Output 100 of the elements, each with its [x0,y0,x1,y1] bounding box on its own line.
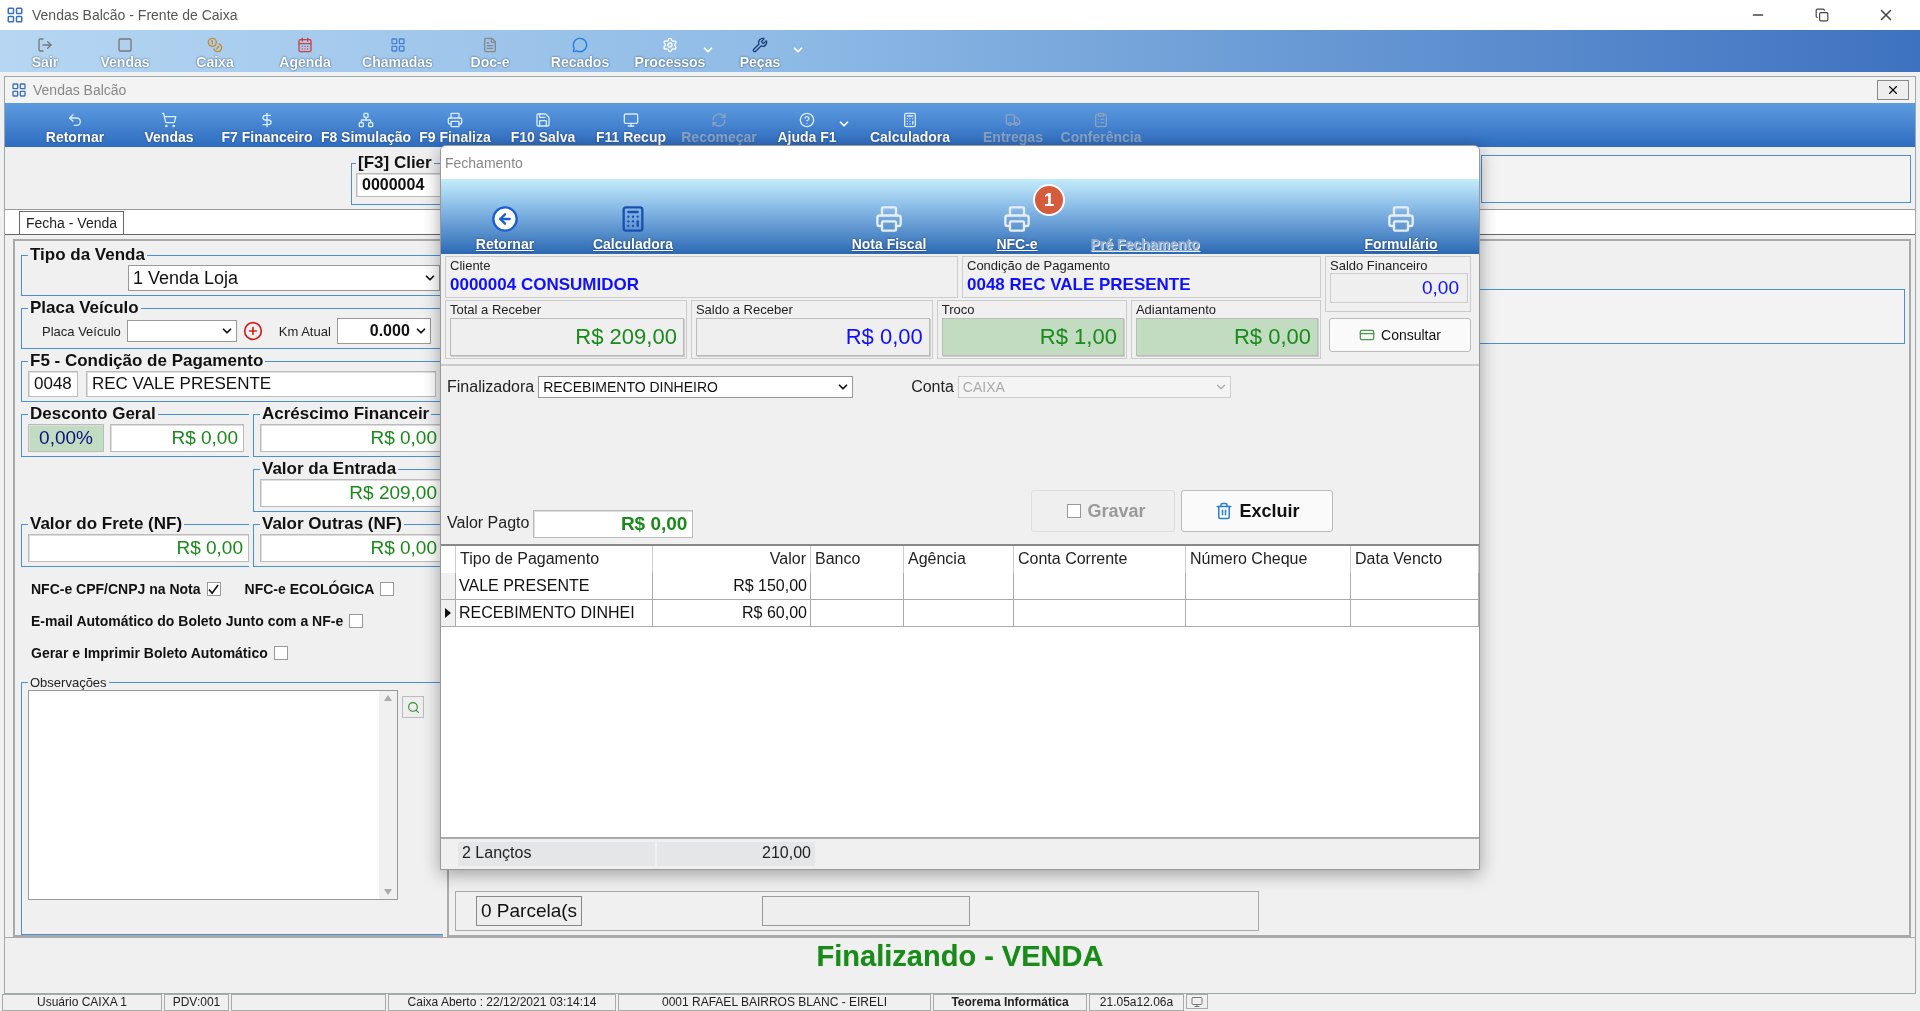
scroll-up-icon[interactable] [384,695,392,701]
checkbox[interactable] [206,582,221,596]
amount-field[interactable]: R$ 0,00 [533,510,694,538]
checkbox-label: E-mail Automático do Boleto Junto com a NF-e [31,613,344,629]
status-text: PDV:001 [164,994,229,1011]
field-label: Condição de Pagamento [967,258,1112,273]
column-header[interactable]: Número Cheque [1186,546,1351,573]
status-text: Usuário CAIXA 1 [2,994,162,1011]
field-label: Adiantamento [1135,302,1218,317]
close-icon [1886,83,1900,97]
consult-button[interactable]: Consultar [1329,318,1471,352]
dialog-title: Fechamento [445,154,523,171]
installments-label: 0 Parcela(s [476,896,583,926]
toolbar-button[interactable]: F7 Financeiro [213,112,321,145]
delete-button[interactable]: Excluir [1181,490,1334,532]
tab[interactable]: Fecha - Venda [19,211,125,234]
table-cell: R$ 60,00 [653,600,811,627]
client-code-field[interactable]: 0000004 [356,173,441,197]
calculator-icon [902,112,918,128]
toolbar-button[interactable]: F10 Salva [499,112,587,145]
window-title: Vendas Balcão [33,82,128,98]
column-header[interactable]: Conta Corrente [1014,546,1186,573]
checkbox-label: NFC-e CPF/CNPJ na Nota [31,581,201,597]
toolbar-button[interactable]: Calculadora [851,112,969,145]
checkbox[interactable] [349,614,364,628]
amount-field[interactable]: R$ 0,00 [28,534,249,562]
km-dropdown[interactable]: 0.000 [336,318,431,344]
app-icon [6,6,24,24]
toolbar-button[interactable]: Ajuda F1 [763,112,851,145]
field-label: Saldo a Receber [695,302,794,317]
exit-icon [37,37,53,53]
toolbar-button[interactable]: Retornar [441,205,569,254]
toolbar-button[interactable]: Vendas [125,112,213,145]
notes-field[interactable] [28,690,398,900]
column-header[interactable]: Banco [811,546,904,573]
column-header[interactable]: Tipo de Pagamento [456,546,653,573]
group-title: [F3] Clier [357,153,433,173]
group-title: Placa Veículo [29,298,140,318]
save-icon [535,112,551,128]
close-button[interactable] [1877,80,1909,100]
table-cell: RECEBIMENTO DINHEI [456,600,653,627]
group-title: Acréscimo Financeir [261,404,431,424]
checkbox-label: NFC-e ECOLÓGICA [244,581,375,597]
sale-type-dropdown[interactable]: 1 Venda Loja [128,265,440,291]
toolbar-button[interactable]: F11 Recup [587,112,675,145]
code-field[interactable]: 0048 [28,371,78,397]
amount-value: R$ 209,00 [450,318,684,356]
checkbox[interactable] [380,582,395,596]
table-cell: R$ 150,00 [653,573,811,600]
clipboard-icon [1093,112,1109,128]
field-label: Cliente [450,258,492,273]
search-icon [406,700,420,714]
field-label: Km Atual [278,323,331,339]
monitor-icon [623,112,639,128]
field-label: Total a Receber [450,302,543,317]
column-header[interactable]: Valor [653,546,811,573]
amount-value: R$ 0,00 [1135,318,1318,356]
refresh-icon [711,112,727,128]
scroll-down-icon[interactable] [384,889,392,895]
column-header[interactable]: Data Vencto [1351,546,1479,573]
field-label: Valor Pagto [447,514,530,532]
amount-value: R$ 0,00 [695,318,930,356]
field-label: Finalizadora [447,378,535,396]
toolbar-button[interactable]: Calculadora [569,205,697,254]
summary-cell: 2 Lançtos [458,842,655,866]
installments-field[interactable] [762,896,971,926]
client-value: 0000004 CONSUMIDOR [450,274,640,295]
restore-icon[interactable] [1815,8,1829,22]
toolbar-button[interactable]: Retornar [25,112,125,145]
grid-icon [389,37,406,53]
checkbox-label: Gerar e Imprimir Boleto Automático [31,645,268,661]
group-title: Tipo da Venda [29,245,146,265]
row-header[interactable] [441,600,456,627]
calendar-icon [297,37,313,53]
checkbox[interactable] [273,646,288,660]
percent-field[interactable]: 0,00% [28,424,104,452]
toolbar-button[interactable]: Formulário [1337,205,1465,254]
status-text: 0001 RAFAEL BAIRROS BLANC - EIRELI [618,994,931,1011]
status-message: Finalizando - VENDA [816,940,1104,973]
toolbar-button[interactable]: F9 Finaliza [411,112,499,145]
search-button[interactable] [402,696,424,718]
toolbar-button[interactable]: F8 Simulação [321,112,411,145]
field-label: Conta [911,378,954,396]
amount-field[interactable]: R$ 0,00 [260,424,443,452]
truck-icon [1005,112,1021,128]
column-header[interactable]: Agência [904,546,1014,573]
scrollbar[interactable] [379,691,397,899]
settings-icon [662,37,678,53]
add-icon[interactable] [242,321,263,341]
table-cell: VALE PRESENTE [456,573,653,600]
amount-field[interactable]: R$ 0,00 [260,534,443,562]
window-icon [11,82,27,98]
amount-field[interactable]: R$ 0,00 [110,424,244,452]
payment-method-dropdown[interactable]: RECEBIMENTO DINHEIRO [538,376,854,398]
printer-icon [1387,205,1415,233]
amount-field[interactable]: R$ 209,00 [260,479,443,507]
printer-icon [875,205,903,233]
toolbar-button[interactable]: Nota Fiscal [825,205,953,254]
printer-icon [447,112,463,128]
payment-condition-field[interactable]: REC VALE PRESENTE [86,371,436,397]
